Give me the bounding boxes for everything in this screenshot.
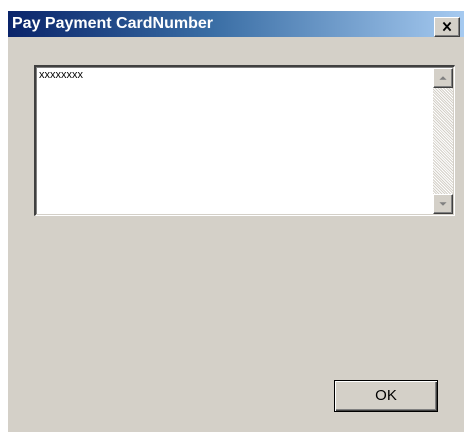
scroll-up-button[interactable]: [433, 68, 453, 88]
scroll-down-arrow-icon: [439, 202, 447, 206]
textarea-value: xxxxxxxx: [39, 69, 83, 81]
close-button[interactable]: [434, 17, 460, 37]
scroll-up-arrow-icon: [439, 76, 447, 80]
title-bar[interactable]: Pay Payment CardNumber: [8, 11, 464, 37]
card-number-textarea[interactable]: xxxxxxxx: [34, 65, 455, 216]
close-icon: [442, 21, 452, 32]
window-title: Pay Payment CardNumber: [12, 15, 213, 32]
scroll-down-button[interactable]: [433, 194, 453, 214]
ok-button[interactable]: OK: [334, 380, 438, 412]
vertical-scrollbar[interactable]: [433, 68, 453, 214]
dialog-window: Pay Payment CardNumber xxxxxxxx OK: [7, 10, 464, 432]
